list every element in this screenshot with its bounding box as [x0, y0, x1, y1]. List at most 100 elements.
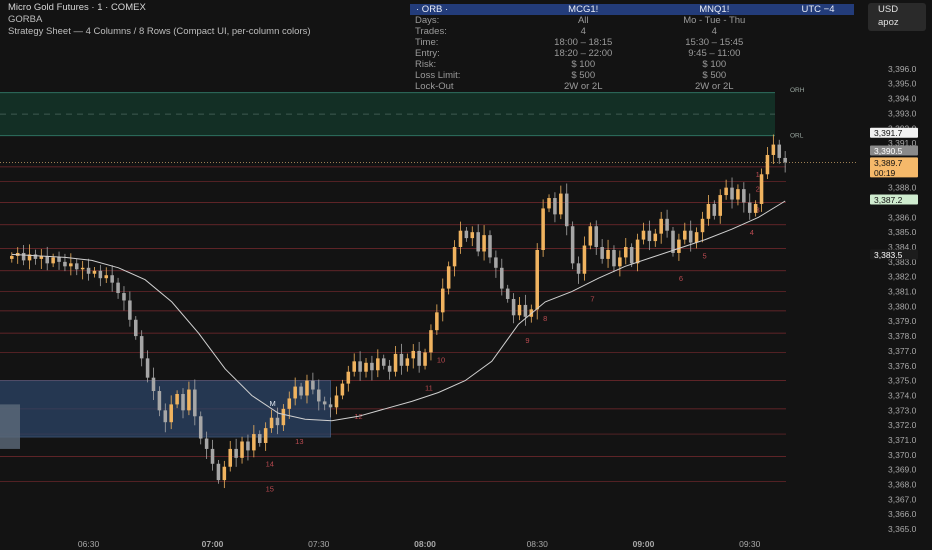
- candle-body: [305, 380, 309, 396]
- candle-body: [145, 358, 150, 378]
- target-level-label: 9: [525, 336, 529, 345]
- candle-body: [541, 208, 545, 250]
- candle-body: [747, 202, 752, 213]
- candle-body: [446, 266, 451, 289]
- price-label-text: 3,391.7: [874, 128, 903, 138]
- candle-body: [618, 257, 622, 267]
- sheet-cell-empty: [782, 26, 854, 37]
- sheet-cell-empty: [782, 48, 854, 59]
- candle-body: [10, 255, 14, 259]
- candle-body: [588, 226, 593, 246]
- candle-body: [257, 434, 262, 443]
- candle-body: [659, 218, 663, 234]
- candle-body: [370, 362, 374, 371]
- candle-body: [139, 336, 144, 359]
- candle-body: [169, 404, 173, 423]
- candle-body: [263, 428, 268, 443]
- candle-body: [553, 198, 557, 215]
- sheet-row-lockout: Lock-Out 2W or 2L 2W or 2L: [410, 81, 854, 92]
- currency-button[interactable]: USD apoz: [868, 3, 926, 31]
- candle-body: [393, 353, 398, 372]
- x-axis-ticks: 06:30 07:00 07:30 08:00 08:30 09:00 09:30: [78, 539, 761, 549]
- x-tick-label: 07:00: [202, 539, 224, 549]
- demand-zone-left-box: [0, 404, 20, 449]
- candle-body: [523, 304, 528, 317]
- candle-body: [547, 198, 551, 209]
- candle-body: [736, 189, 740, 200]
- sheet-row-label: Time:: [415, 37, 439, 48]
- price-label-text: 3,390.5: [874, 146, 903, 156]
- candle-body: [641, 230, 646, 240]
- sheet-cell: $ 500: [571, 70, 596, 81]
- sheet-cell-empty: [782, 37, 854, 48]
- price-label-text: 3,389.7: [874, 158, 903, 168]
- candle-body: [500, 267, 504, 289]
- sheet-cell: $ 500: [702, 70, 727, 81]
- sheet-row-label: Entry:: [415, 48, 440, 59]
- candle-body: [116, 282, 120, 294]
- target-level-label: 6: [679, 274, 683, 283]
- price-label: 3,389.700:19: [870, 157, 918, 178]
- currency-label: USD: [878, 4, 899, 15]
- price-label: 3,383.5: [870, 249, 918, 260]
- y-tick-label: 3,373.0: [888, 405, 917, 415]
- y-tick-label: 3,368.0: [888, 480, 917, 490]
- candle-body: [57, 257, 61, 262]
- candle-body: [564, 193, 569, 227]
- candle-body: [417, 350, 421, 366]
- candle-body: [429, 330, 433, 353]
- sheet-row-days: Days: All Mo - Tue - Thu: [410, 15, 854, 26]
- candle-body: [187, 389, 191, 411]
- candle-body: [104, 275, 109, 279]
- x-tick-label: 09:00: [633, 539, 655, 549]
- candle-body: [246, 441, 250, 451]
- currency-sub-label: apoz: [878, 17, 899, 28]
- candle-body: [653, 233, 658, 242]
- candle-body: [440, 288, 445, 313]
- sheet-row-time: Time: 18:00 – 18:15 15:30 – 15:45: [410, 37, 854, 48]
- candle-body: [222, 466, 227, 481]
- target-level-label: 2: [756, 185, 760, 194]
- candle-body: [458, 230, 463, 248]
- y-tick-label: 3,374.0: [888, 390, 917, 400]
- candle-body: [594, 226, 599, 248]
- candle-body: [163, 410, 168, 423]
- y-tick-label: 3,372.0: [888, 420, 917, 430]
- sheet-cell: 18:00 – 18:15: [554, 37, 613, 48]
- x-tick-label: 08:00: [414, 539, 436, 549]
- candle-body: [134, 319, 138, 337]
- y-tick-label: 3,369.0: [888, 465, 917, 475]
- y-tick-label: 3,386.0: [888, 212, 917, 222]
- candle-body: [470, 232, 475, 239]
- target-level-label: 10: [437, 355, 445, 364]
- candle-body: [216, 463, 221, 481]
- price-label: 3,387.2: [870, 194, 918, 205]
- candle-body: [724, 187, 728, 196]
- candle-body: [204, 438, 209, 449]
- y-tick-label: 3,381.0: [888, 287, 917, 297]
- sheet-cell: 18:20 – 22:00: [554, 48, 613, 59]
- sheet-cell: 9:45 – 11:00: [688, 48, 741, 59]
- indicator-name[interactable]: GORBA: [8, 14, 42, 25]
- candle-body: [612, 249, 616, 267]
- candle-body: [688, 230, 693, 243]
- candle-body: [122, 293, 126, 301]
- candle-body: [683, 230, 687, 240]
- sheet-cell: $ 100: [571, 59, 596, 70]
- symbol-title[interactable]: Micro Gold Futures · 1 · COMEX: [8, 2, 146, 13]
- candle-body: [198, 416, 203, 439]
- candle-body: [464, 230, 469, 239]
- candle-body: [387, 365, 392, 372]
- candle-body: [281, 408, 286, 426]
- candle-body: [299, 386, 303, 396]
- target-level-label: 14: [266, 459, 274, 468]
- candle-body: [293, 386, 297, 399]
- y-tick-label: 3,380.0: [888, 301, 917, 311]
- y-tick-label: 3,395.0: [888, 79, 917, 89]
- candle-body: [700, 218, 705, 233]
- orb-low-label: ORL: [790, 133, 804, 140]
- candle-body: [765, 154, 770, 175]
- y-tick-label: 3,367.0: [888, 494, 917, 504]
- sheet-cell-empty: [782, 59, 854, 70]
- candle-body: [647, 230, 652, 242]
